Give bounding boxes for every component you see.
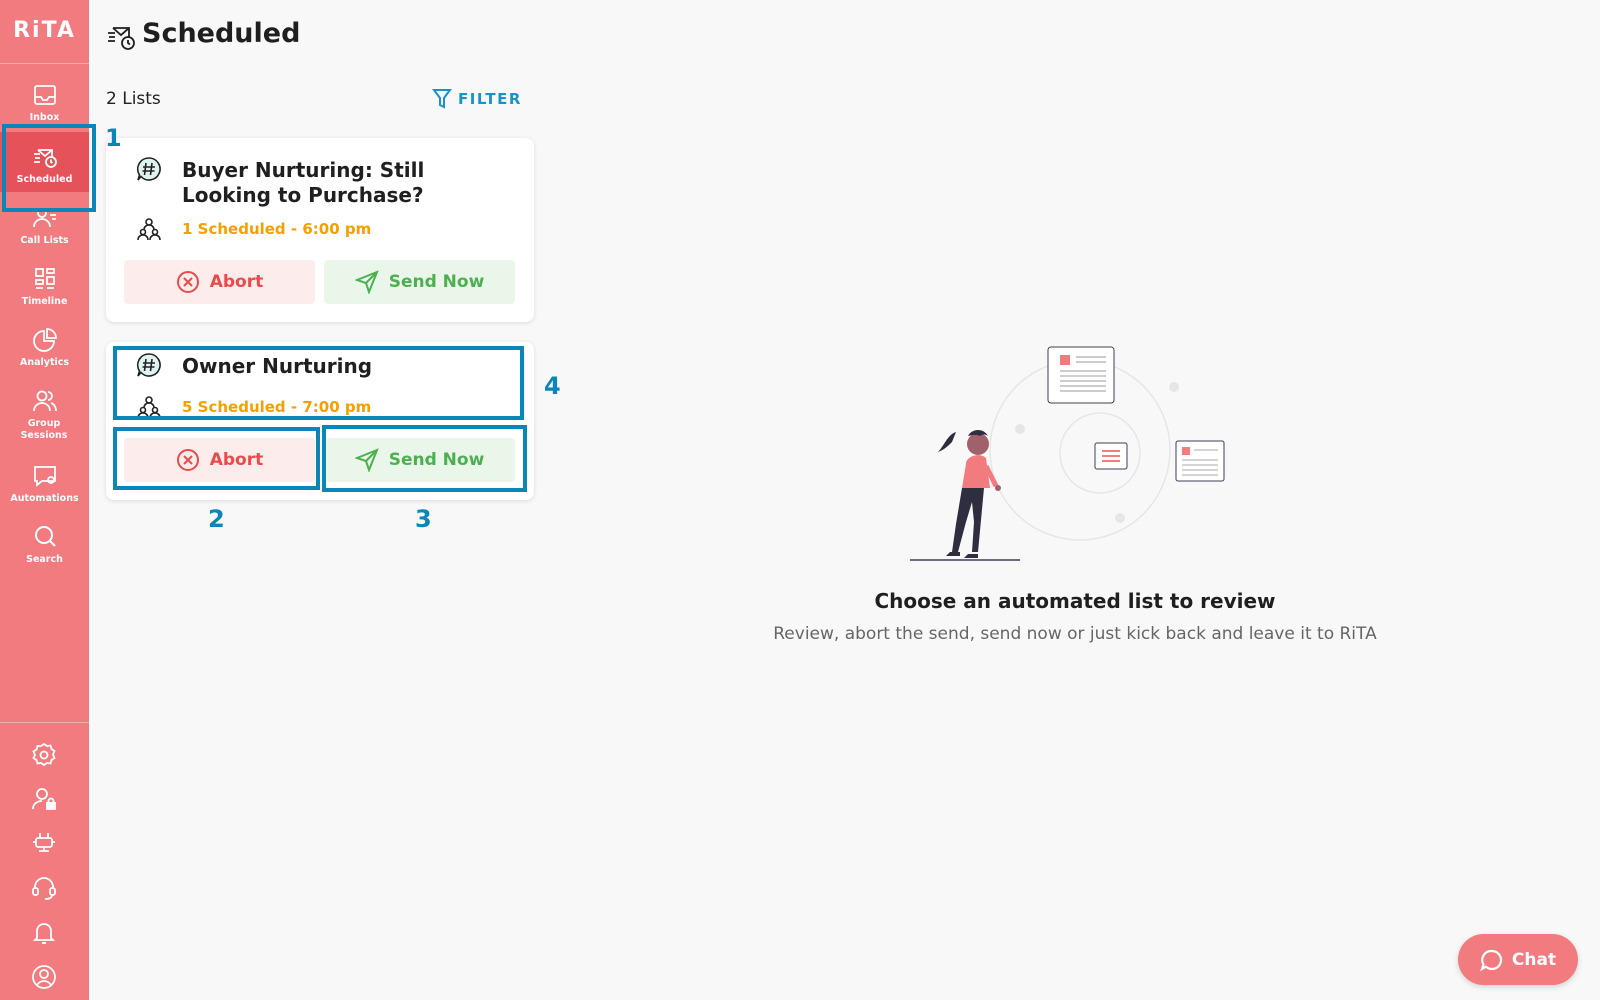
empty-state-title: Choose an automated list to review (874, 589, 1276, 613)
profile-icon[interactable] (31, 964, 57, 990)
sidebar-item-label: Inbox (29, 112, 60, 123)
chat-button[interactable]: Chat (1458, 934, 1578, 985)
sidebar-item-label: Automations (10, 493, 79, 504)
sidebar-item-automations[interactable]: Automations (0, 463, 89, 505)
scheduled-icon (108, 27, 135, 50)
send-icon (354, 270, 379, 294)
timeline-icon (34, 268, 55, 289)
sidebar-item-label: Analytics (19, 357, 70, 368)
annotation-number: 3 (415, 505, 432, 533)
chat-label: Chat (1511, 949, 1557, 970)
annotation-number: 1 (105, 124, 122, 152)
settings-icon[interactable] (31, 742, 57, 768)
abort-button[interactable]: Abort (124, 260, 315, 304)
annotation-box-send-now (322, 425, 527, 492)
sidebar-item-label: Timeline (21, 296, 68, 307)
card-title: Buyer Nurturing: Still Looking to Purcha… (182, 158, 425, 207)
empty-state-subtitle: Review, abort the send, send now or just… (773, 624, 1377, 644)
user-lock-icon[interactable] (31, 786, 57, 812)
hashtag-chat-icon (136, 157, 161, 181)
chat-icon (1479, 949, 1502, 971)
filter-button[interactable]: FILTER (432, 88, 522, 110)
filter-icon (432, 89, 452, 109)
sidebar-item-inbox[interactable]: Inbox (0, 82, 89, 124)
automations-icon (33, 466, 56, 487)
search-icon (34, 526, 56, 547)
annotation-box-scheduled (2, 124, 96, 212)
scheduled-status: 1 Scheduled - 6:00 pm (182, 220, 372, 238)
scheduled-list-card[interactable]: Buyer Nurturing: Still Looking to Purcha… (106, 138, 534, 322)
plug-icon[interactable] (31, 831, 57, 857)
sidebar-item-group-sessions[interactable]: Group Sessions (0, 388, 89, 442)
sidebar-item-label: Group Sessions (20, 418, 68, 441)
sidebar-item-analytics[interactable]: Analytics (0, 327, 89, 369)
app-logo: RiTA (13, 18, 76, 43)
annotation-box-abort (113, 427, 320, 490)
group-icon (137, 218, 161, 241)
page-title: Scheduled (142, 18, 301, 49)
sidebar-item-label: Search (26, 554, 63, 565)
inbox-icon (33, 85, 56, 105)
sidebar-divider (0, 722, 89, 723)
analytics-icon (32, 328, 57, 352)
filter-label: FILTER (458, 90, 522, 108)
sidebar-item-timeline[interactable]: Timeline (0, 266, 89, 308)
empty-state-illustration (910, 346, 1225, 561)
abort-icon (176, 271, 199, 293)
annotation-number: 4 (544, 372, 561, 400)
sidebar-divider (0, 63, 89, 64)
sidebar-item-label: Call Lists (20, 235, 69, 246)
headset-icon[interactable] (31, 875, 57, 901)
sidebar-item-search[interactable]: Search (0, 524, 89, 566)
send-now-button[interactable]: Send Now (324, 260, 515, 304)
group-sessions-icon (32, 390, 57, 412)
abort-label: Abort (209, 272, 264, 292)
send-now-label: Send Now (388, 272, 485, 292)
annotation-number: 2 (208, 505, 225, 533)
annotation-box-card-header (113, 346, 524, 420)
list-count: 2 Lists (106, 89, 161, 109)
bell-icon[interactable] (31, 920, 57, 946)
